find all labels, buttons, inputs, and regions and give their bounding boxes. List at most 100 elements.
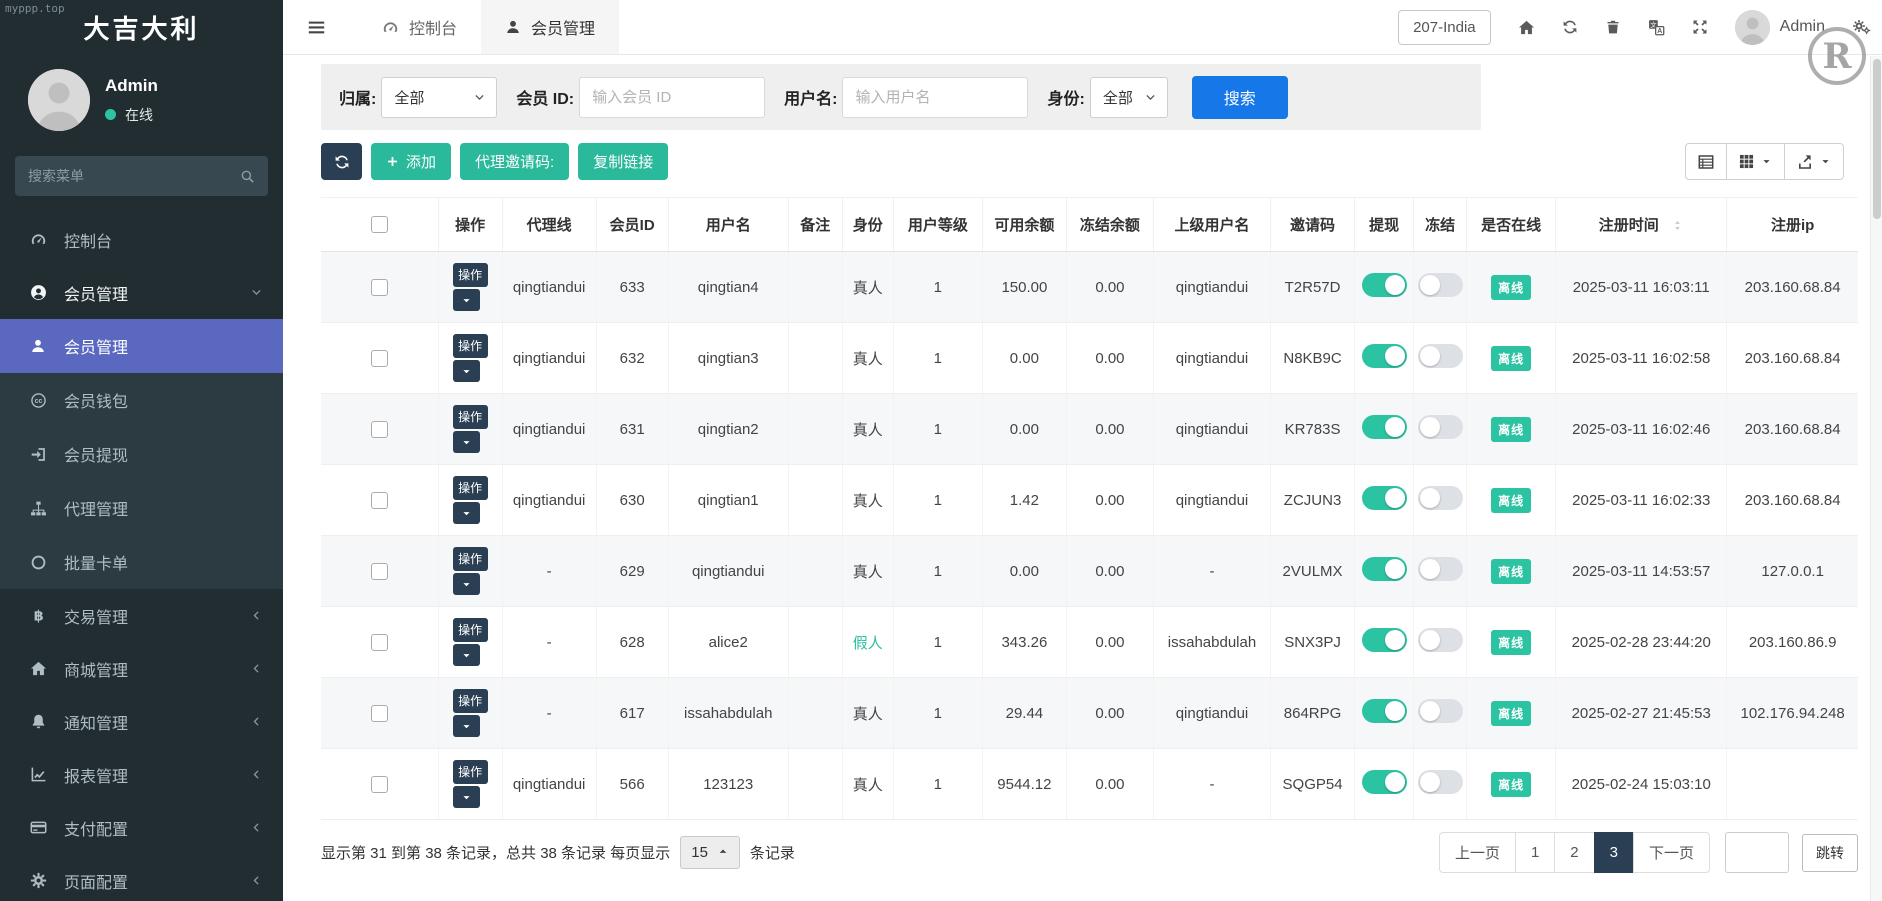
caret-down-icon[interactable] [453, 502, 480, 524]
row-checkbox[interactable] [371, 705, 388, 722]
add-button[interactable]: 添加 [371, 143, 451, 180]
sidebar-item-trade-manage[interactable]: ฿ 交易管理 [0, 589, 283, 642]
action-dropdown-button[interactable]: 操作 [453, 405, 488, 453]
action-button-label[interactable]: 操作 [453, 547, 488, 571]
withdraw-toggle[interactable] [1362, 628, 1407, 652]
row-checkbox[interactable] [371, 492, 388, 509]
sidebar-item-page-config[interactable]: 页面配置 [0, 854, 283, 901]
member-id-input[interactable] [579, 77, 765, 118]
sidebar-item-batch-orders[interactable]: 批量卡单 [0, 535, 283, 589]
column-header[interactable]: 冻结余额 [1066, 198, 1153, 252]
sidebar-toggle-button[interactable] [307, 18, 326, 37]
action-button-label[interactable]: 操作 [453, 334, 488, 358]
freeze-toggle[interactable] [1418, 486, 1463, 510]
withdraw-toggle[interactable] [1362, 273, 1407, 297]
freeze-toggle[interactable] [1418, 699, 1463, 723]
withdraw-toggle[interactable] [1362, 415, 1407, 439]
column-header[interactable]: 备注 [788, 198, 842, 252]
row-checkbox[interactable] [371, 421, 388, 438]
action-dropdown-button[interactable]: 操作 [453, 476, 488, 524]
home-icon[interactable] [1518, 19, 1535, 36]
caret-down-icon[interactable] [453, 360, 480, 382]
caret-down-icon[interactable] [453, 786, 480, 808]
tab-dashboard[interactable]: 控制台 [358, 0, 481, 54]
action-dropdown-button[interactable]: 操作 [453, 334, 488, 382]
action-button-label[interactable]: 操作 [453, 760, 488, 784]
tab-member-management[interactable]: 会员管理 [481, 0, 619, 54]
caret-down-icon[interactable] [453, 715, 480, 737]
row-checkbox[interactable] [371, 563, 388, 580]
refresh-button[interactable] [321, 143, 362, 180]
withdraw-toggle[interactable] [1362, 770, 1407, 794]
column-header[interactable]: 代理线 [502, 198, 596, 252]
action-button-label[interactable]: 操作 [453, 618, 488, 642]
sidebar-item-members-group[interactable]: 会员管理 [0, 266, 283, 319]
action-dropdown-button[interactable]: 操作 [453, 689, 488, 737]
column-header[interactable]: 是否在线 [1467, 198, 1556, 252]
next-page-button[interactable]: 下一页 [1633, 832, 1710, 873]
column-header[interactable]: 身份 [842, 198, 893, 252]
sidebar-item-dashboard[interactable]: 控制台 [0, 213, 283, 266]
sidebar-item-agent-manage[interactable]: 代理管理 [0, 481, 283, 535]
page-button-3[interactable]: 3 [1594, 832, 1634, 873]
trash-icon[interactable] [1605, 19, 1621, 35]
column-header[interactable]: 冻结 [1414, 198, 1467, 252]
action-dropdown-button[interactable]: 操作 [453, 547, 488, 595]
column-header[interactable]: 邀请码 [1271, 198, 1355, 252]
translate-icon[interactable]: 文A [1648, 19, 1665, 36]
sort-icon[interactable] [1671, 219, 1684, 236]
sidebar-item-mall-manage[interactable]: 商城管理 [0, 642, 283, 695]
column-header[interactable]: 注册ip [1727, 198, 1858, 252]
withdraw-toggle[interactable] [1362, 344, 1407, 368]
row-checkbox[interactable] [371, 279, 388, 296]
withdraw-toggle[interactable] [1362, 486, 1407, 510]
freeze-toggle[interactable] [1418, 770, 1463, 794]
prev-page-button[interactable]: 上一页 [1439, 832, 1516, 873]
column-header[interactable]: 用户名 [668, 198, 788, 252]
columns-toggle-button[interactable] [1726, 143, 1785, 180]
sidebar-item-member-withdraw[interactable]: 会员提现 [0, 427, 283, 481]
caret-down-icon[interactable] [453, 289, 480, 311]
export-button[interactable] [1784, 143, 1844, 180]
caret-down-icon[interactable] [453, 431, 480, 453]
row-checkbox[interactable] [371, 350, 388, 367]
page-jump-input[interactable] [1725, 832, 1789, 873]
agent-invite-code-button[interactable]: 代理邀请码: [460, 143, 569, 180]
freeze-toggle[interactable] [1418, 557, 1463, 581]
column-header[interactable]: 注册时间 [1556, 198, 1727, 252]
caret-down-icon[interactable] [453, 644, 480, 666]
page-size-select[interactable]: 15 [680, 836, 740, 869]
action-button-label[interactable]: 操作 [453, 689, 488, 713]
row-checkbox[interactable] [371, 776, 388, 793]
action-dropdown-button[interactable]: 操作 [453, 618, 488, 666]
column-header[interactable]: 上级用户名 [1153, 198, 1270, 252]
freeze-toggle[interactable] [1418, 344, 1463, 368]
sidebar-item-member-wallet[interactable]: cc 会员钱包 [0, 373, 283, 427]
fullscreen-icon[interactable] [1692, 19, 1708, 35]
column-header[interactable]: 操作 [438, 198, 502, 252]
menu-search-input[interactable] [28, 168, 240, 184]
withdraw-toggle[interactable] [1362, 699, 1407, 723]
action-button-label[interactable]: 操作 [453, 405, 488, 429]
freeze-toggle[interactable] [1418, 628, 1463, 652]
freeze-toggle[interactable] [1418, 273, 1463, 297]
row-checkbox[interactable] [371, 634, 388, 651]
sidebar-item-members[interactable]: 会员管理 [0, 319, 283, 373]
column-header[interactable]: 可用余额 [982, 198, 1066, 252]
username-input[interactable] [842, 77, 1028, 118]
settings-gears-icon[interactable] [1852, 19, 1871, 35]
action-button-label[interactable]: 操作 [453, 476, 488, 500]
owner-select[interactable]: 全部 [381, 77, 497, 118]
page-button-1[interactable]: 1 [1515, 832, 1555, 873]
table-view-button[interactable] [1685, 143, 1727, 180]
freeze-toggle[interactable] [1418, 415, 1463, 439]
region-button[interactable]: 207-India [1398, 10, 1491, 45]
sidebar-item-report-manage[interactable]: 报表管理 [0, 748, 283, 801]
action-dropdown-button[interactable]: 操作 [453, 263, 488, 311]
search-button[interactable]: 搜索 [1192, 76, 1288, 119]
column-header[interactable]: 用户等级 [893, 198, 982, 252]
jump-button[interactable]: 跳转 [1802, 834, 1858, 872]
refresh-icon[interactable] [1562, 19, 1578, 35]
copy-link-button[interactable]: 复制链接 [578, 143, 668, 180]
select-all-checkbox[interactable] [371, 216, 388, 233]
